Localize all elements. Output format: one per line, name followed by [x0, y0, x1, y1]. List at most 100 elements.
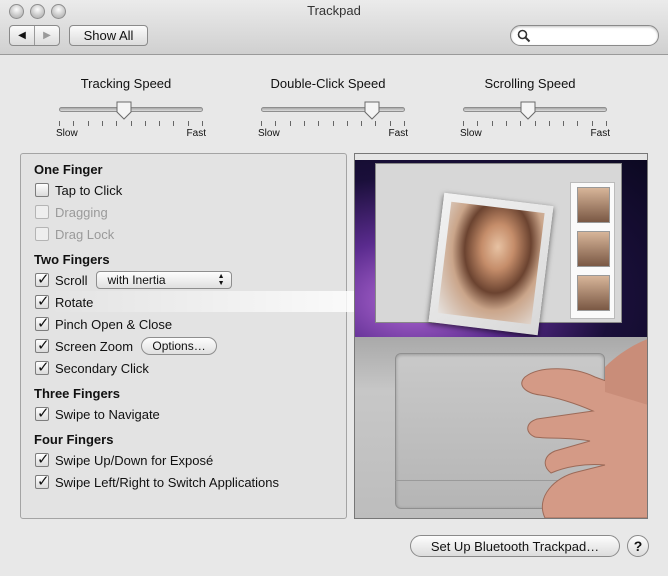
screen-zoom-options-button[interactable]: Options… [141, 337, 218, 355]
rotate-row[interactable]: Rotate [35, 292, 94, 311]
slider-tick [361, 121, 363, 126]
swipe-expose-label: Swipe Up/Down for Exposé [55, 452, 214, 468]
tracking-speed-slider-group: Tracking Speed Slow Fast [46, 76, 206, 139]
slider-tick [159, 121, 161, 126]
two-fingers-heading: Two Fingers [34, 252, 110, 267]
screen-zoom-row[interactable]: Screen Zoom Options… [35, 336, 218, 355]
pinch-row[interactable]: Pinch Open & Close [35, 314, 173, 333]
slider-tick [130, 121, 132, 126]
slider-tick [591, 121, 593, 126]
gesture-options-panel: One Finger Tap to Click Dragging Drag Lo… [20, 153, 370, 519]
screen-zoom-checkbox[interactable] [35, 336, 50, 354]
navigation-segmented-control: ◀ ▶ [9, 25, 60, 46]
swipe-switch-label: Swipe Left/Right to Switch Applications [55, 474, 280, 490]
scrolling-speed-knob[interactable] [520, 101, 536, 120]
slider-tick [404, 121, 405, 126]
slider-tick [463, 121, 464, 126]
scrolling-speed-min-label: Slow [460, 128, 482, 139]
slider-tick [375, 121, 377, 126]
slider-tick [577, 121, 579, 126]
demo-portrait-image [437, 201, 545, 325]
double-click-speed-track[interactable] [261, 107, 405, 112]
slider-tick [261, 121, 262, 126]
title-bar: Trackpad ◀ ▶ Show All [0, 0, 668, 55]
three-fingers-heading: Three Fingers [34, 386, 120, 401]
double-click-speed-ticks [261, 121, 405, 127]
one-finger-heading: One Finger [34, 162, 103, 177]
slider-tick [606, 121, 607, 126]
double-click-speed-label: Double-Click Speed [270, 76, 386, 91]
swipe-switch-row[interactable]: Swipe Left/Right to Switch Applications [35, 472, 280, 491]
rotate-label: Rotate [55, 294, 94, 310]
demo-menu-bar [355, 154, 647, 160]
scroll-checkbox[interactable] [35, 270, 50, 288]
slider-tick [116, 121, 118, 126]
forward-arrow-icon: ▶ [43, 30, 51, 41]
rotate-checkbox[interactable] [35, 292, 50, 310]
pinch-label: Pinch Open & Close [55, 316, 173, 332]
scroll-label: Scroll [55, 272, 88, 288]
slider-tick [101, 121, 103, 126]
slider-tick [144, 121, 146, 126]
search-field[interactable] [510, 25, 659, 46]
slider-tick [548, 121, 550, 126]
dragging-row: Dragging [35, 203, 108, 221]
swipe-expose-row[interactable]: Swipe Up/Down for Exposé [35, 450, 214, 469]
help-button[interactable]: ? [627, 535, 649, 557]
tracking-speed-min-label: Slow [56, 128, 78, 139]
tap-to-click-row[interactable]: Tap to Click [35, 181, 122, 199]
tracking-speed-knob[interactable] [116, 101, 132, 120]
slider-tick [173, 121, 175, 126]
demo-thumbnail [577, 231, 610, 267]
slider-tick [73, 121, 75, 126]
slider-tick [187, 121, 189, 126]
demo-rotated-photo [428, 192, 554, 336]
scroll-row[interactable]: Scroll with Inertia ▲▼ [35, 270, 232, 289]
swipe-navigate-checkbox[interactable] [35, 404, 50, 422]
secondary-click-row[interactable]: Secondary Click [35, 358, 149, 377]
back-arrow-icon: ◀ [18, 30, 26, 41]
slider-tick [563, 121, 565, 126]
demo-thumbnail [577, 187, 610, 223]
swipe-switch-checkbox[interactable] [35, 472, 50, 490]
tracking-speed-max-label: Fast [186, 128, 206, 139]
slider-tick [491, 121, 493, 126]
slider-tick [289, 121, 291, 126]
forward-button[interactable]: ▶ [34, 26, 59, 45]
slider-tick [275, 121, 277, 126]
dragging-label: Dragging [55, 204, 108, 220]
slider-tick [59, 121, 60, 126]
scroll-inertia-popup-value: with Inertia [107, 273, 166, 287]
demo-thumbnail-sidebar [570, 182, 615, 319]
slider-tick [505, 121, 507, 126]
selected-row-highlight [49, 291, 370, 312]
demo-trackpad-image [355, 337, 647, 518]
show-all-button[interactable]: Show All [69, 25, 148, 46]
tap-to-click-label: Tap to Click [55, 182, 123, 198]
slider-tick [87, 121, 89, 126]
slider-tick [346, 121, 348, 126]
demo-screen-image [355, 154, 647, 337]
pinch-checkbox[interactable] [35, 314, 50, 332]
slider-tick [520, 121, 522, 126]
tracking-speed-ticks [59, 121, 203, 127]
tracking-speed-label: Tracking Speed [80, 76, 172, 91]
tap-to-click-checkbox[interactable] [35, 183, 49, 197]
double-click-speed-min-label: Slow [258, 128, 280, 139]
slider-tick [202, 121, 203, 126]
slider-tick [389, 121, 391, 126]
gesture-preview-video [354, 153, 648, 519]
slider-tick [332, 121, 334, 126]
slider-tick [534, 121, 536, 126]
secondary-click-checkbox[interactable] [35, 358, 50, 376]
scrolling-speed-slider-group: Scrolling Speed Slow Fast [450, 76, 610, 139]
trackpad-window: Trackpad ◀ ▶ Show All Tracking Speed Slo… [0, 0, 668, 576]
scroll-inertia-popup[interactable]: with Inertia ▲ ▼ [95, 271, 232, 289]
swipe-navigate-row[interactable]: Swipe to Navigate [35, 404, 160, 423]
slider-tick [318, 121, 320, 126]
drag-lock-row: Drag Lock [35, 225, 114, 243]
double-click-speed-knob[interactable] [364, 101, 380, 120]
back-button[interactable]: ◀ [10, 26, 34, 45]
set-up-bluetooth-trackpad-button[interactable]: Set Up Bluetooth Trackpad… [410, 535, 620, 557]
swipe-expose-checkbox[interactable] [35, 450, 50, 468]
